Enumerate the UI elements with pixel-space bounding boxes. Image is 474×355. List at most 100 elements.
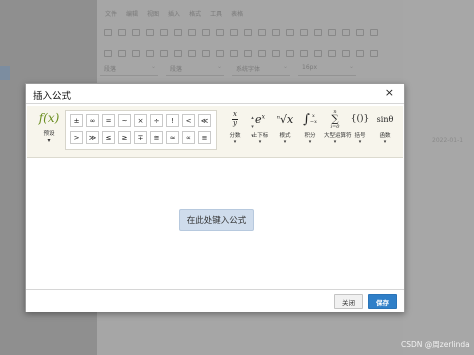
toolbar-icon <box>160 28 168 36</box>
symbol-greater-than[interactable]: > <box>70 131 83 144</box>
formula-editor-area[interactable]: 在此处键入公式 <box>27 159 403 289</box>
function-label: 函数 <box>379 133 391 139</box>
chevron-down-icon: ▾ <box>233 139 237 145</box>
toolbar-icon <box>342 28 350 36</box>
toolbar-icon <box>286 49 294 57</box>
symbol-proportional[interactable]: ∝ <box>182 131 195 144</box>
symbol-minus-plus[interactable]: ∓ <box>134 131 147 144</box>
toolbar-icon <box>132 49 140 57</box>
symbol-much-greater[interactable]: ≫ <box>86 131 99 144</box>
bracket-label: 括号 <box>354 133 366 139</box>
bracket-tool[interactable]: {()} 括号 ▾ <box>349 109 371 155</box>
chevron-down-icon: ▾ <box>358 139 362 145</box>
symbol-times[interactable]: × <box>134 114 147 127</box>
symbol-tilde[interactable]: ~ <box>118 114 131 127</box>
chevron-down-icon: ▾ <box>283 139 287 145</box>
toolbar-icon <box>118 49 126 57</box>
menu-insert: 插入 <box>168 10 181 18</box>
symbol-identical[interactable]: ≡ <box>198 131 211 144</box>
background-marker <box>0 66 10 80</box>
formula-input-placeholder[interactable]: 在此处键入公式 <box>179 209 254 231</box>
symbol-much-less[interactable]: ≪ <box>198 114 211 127</box>
toolbar-icon <box>328 49 336 57</box>
fraction-tool[interactable]: xy 分数 ▾ <box>224 109 246 155</box>
toolbar-icon <box>370 28 378 36</box>
toolbar-icon <box>202 49 210 57</box>
toolbar-icon <box>174 28 182 36</box>
toolbar-icon <box>188 28 196 36</box>
preset-label: 预设 <box>43 131 55 137</box>
toolbar-icon <box>258 28 266 36</box>
menu-table: 表格 <box>231 10 244 18</box>
background-toolbar-row2 <box>100 46 400 60</box>
fraction-icon: xy <box>232 110 238 127</box>
toolbar-icon <box>342 49 350 57</box>
symbol-approx[interactable]: ≈ <box>166 131 179 144</box>
background-right-text: 2022-01-1 <box>432 137 464 144</box>
symbol-infinity[interactable]: ∞ <box>86 114 99 127</box>
toolbar-icon <box>216 49 224 57</box>
menu-tools: 工具 <box>210 10 223 18</box>
toolbar-icon <box>132 28 140 36</box>
symbol-divide[interactable]: ÷ <box>150 114 163 127</box>
integral-icon: ∫ x −x <box>303 111 317 127</box>
chevron-down-icon: ▾ <box>47 137 51 144</box>
preset-button[interactable]: f(x) 预设 ▾ <box>33 109 65 153</box>
fraction-label: 分数 <box>229 133 241 139</box>
symbol-less-than[interactable]: < <box>182 114 195 127</box>
integral-tool[interactable]: ∫ x −x 积分 ▾ <box>299 109 321 155</box>
chevron-down-icon: ▾ <box>308 139 312 145</box>
dialog-footer: 关闭 保存 <box>26 289 404 312</box>
sine-icon: sinθ <box>376 114 394 124</box>
toolbar-icon <box>300 49 308 57</box>
script-tool[interactable]: ex 上下标 ▾ <box>249 109 271 155</box>
toolbar-icon <box>146 49 154 57</box>
font-family-select: 系统字体 <box>232 63 290 76</box>
dialog-header: 插入公式 × <box>26 84 404 104</box>
integral-label: 积分 <box>304 133 316 139</box>
chevron-down-icon: ▾ <box>383 139 387 145</box>
toolbar-icon <box>188 49 196 57</box>
toolbar-icon <box>230 49 238 57</box>
symbol-plus-minus[interactable]: ± <box>70 114 83 127</box>
toolbar-icon <box>272 28 280 36</box>
menu-format: 格式 <box>189 10 202 18</box>
formula-toolbar: f(x) 预设 ▾ ± ∞ = ~ × ÷ ! < ≪ > ≫ ≤ ≥ ∓ ≅ … <box>27 106 403 158</box>
radical-label: 根式 <box>279 133 291 139</box>
toolbar-icon <box>328 28 336 36</box>
symbol-congruent[interactable]: ≅ <box>150 131 163 144</box>
symbol-factorial[interactable]: ! <box>166 114 179 127</box>
toolbar-icon <box>202 28 210 36</box>
toolbar-icon <box>272 49 280 57</box>
sigma-icon: n ∑ i=0 <box>330 108 340 130</box>
toolbar-icon <box>356 28 364 36</box>
bracket-icon: {()} <box>350 114 370 124</box>
close-button[interactable]: 关闭 <box>334 294 363 309</box>
symbol-equals[interactable]: = <box>102 114 115 127</box>
toolbar-icon <box>244 28 252 36</box>
symbol-panel: ± ∞ = ~ × ÷ ! < ≪ > ≫ ≤ ≥ ∓ ≅ ≈ ∝ ≡ ▴ ▾ … <box>65 110 254 150</box>
toolbar-icon <box>216 28 224 36</box>
close-icon[interactable]: × <box>385 87 394 99</box>
background-selects: 段落 段落 系统字体 16px <box>100 63 400 78</box>
symbol-less-equal[interactable]: ≤ <box>102 131 115 144</box>
toolbar-icon <box>104 49 112 57</box>
dialog-title: 插入公式 <box>33 91 72 102</box>
toolbar-icon <box>286 28 294 36</box>
symbol-greater-equal[interactable]: ≥ <box>118 131 131 144</box>
background-toolbar <box>100 24 400 40</box>
save-button[interactable]: 保存 <box>368 294 397 309</box>
chevron-down-icon: ▾ <box>333 139 337 145</box>
background-right-panel <box>403 0 474 355</box>
toolbar-icon <box>118 28 126 36</box>
toolbar-icon <box>160 49 168 57</box>
radical-icon: n√x <box>276 112 294 126</box>
function-tool[interactable]: sinθ 函数 ▾ <box>374 109 396 155</box>
function-icon: f(x) <box>38 111 60 125</box>
background-menubar: 文件 编辑 视图 插入 格式 工具 表格 <box>97 6 403 20</box>
large-operator-label: 大型运算符 <box>324 133 352 139</box>
radical-tool[interactable]: n√x 根式 ▾ <box>274 109 296 155</box>
structure-tools: xy 分数 ▾ ex 上下标 ▾ n√x 根式 ▾ ∫ x −x 积分 ▾ n ∑ i=… <box>224 109 399 155</box>
toolbar-icon <box>370 49 378 57</box>
large-operator-tool[interactable]: n ∑ i=0 大型运算符 ▾ <box>324 108 352 155</box>
